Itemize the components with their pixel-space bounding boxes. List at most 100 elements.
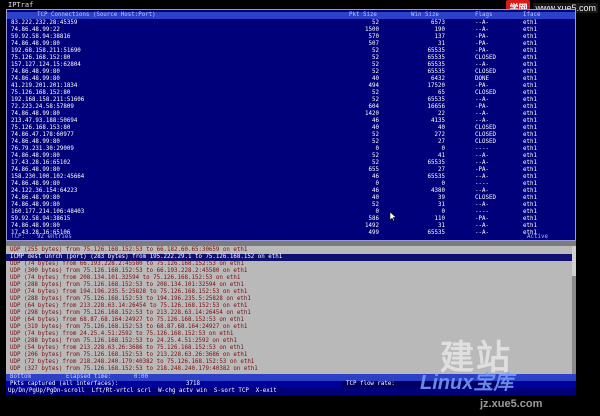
tcp-iface: eth1 — [523, 62, 537, 68]
tcp-connection-list[interactable]: 83.222.232.28:45359 52 6573 --A-eth1 74.86.4… — [7, 20, 575, 237]
tcp-connection-row[interactable]: 192.68.158.211:51690 52 65535 -PA-eth1 — [7, 48, 575, 55]
tcp-connection-row[interactable]: 72.223.24.58:57809 604 16656 -PA-eth1 — [7, 104, 575, 111]
tcp-header-win-size: Win Size — [411, 12, 439, 18]
tcp-iface: eth1 — [523, 153, 537, 159]
tcp-iface: eth1 — [523, 83, 537, 89]
other-protocol-row[interactable]: UDP (288 bytes) from 75.126.168.152:53 t… — [6, 282, 576, 289]
other-protocol-row[interactable]: UDP (300 bytes) from 75.126.168.152:53 t… — [6, 268, 576, 275]
tcp-connection-row[interactable]: 74.86.48.99:80 52 65535 CLOSED eth1 — [7, 69, 575, 76]
tcp-iface: eth1 — [523, 125, 537, 131]
tcp-win-size: 65535 — [427, 55, 445, 61]
tcp-connection-row[interactable]: 59.92.58.94:38615 586 110 -PA-eth1 — [7, 216, 575, 223]
tcp-iface: eth1 — [523, 97, 537, 103]
tcp-iface: eth1 — [523, 69, 537, 75]
tcp-connection-row[interactable]: 74.86.48.99:80 0 0 ---- eth1 — [7, 181, 575, 188]
tcp-host-port: 59.92.58.94:38615 — [11, 216, 71, 222]
tcp-flags: --A- — [475, 118, 489, 124]
tcp-pkt-size: 0 — [375, 146, 380, 152]
other-protocol-row-selected[interactable]: ICMP dest unrch (port) (283 bytes) from … — [6, 254, 576, 261]
tcp-win-size: 4135 — [431, 118, 445, 124]
tcp-entry-count: 92 entries — [37, 234, 72, 240]
tcp-iface: eth1 — [523, 48, 537, 54]
tcp-host-port: 75.126.168.152:80 — [11, 90, 71, 96]
tcp-win-size: 272 — [434, 132, 445, 138]
tcp-connection-row[interactable]: 76.79.231.30:29009 0 0 ---- eth1 — [7, 146, 575, 153]
tcp-connection-row[interactable]: 83.222.232.28:45359 52 6573 --A-eth1 — [7, 20, 575, 27]
tcp-connection-row[interactable]: 157.127.124.15:62804 52 65535 --A-eth1 — [7, 62, 575, 69]
tcp-win-size: 65535 — [427, 160, 445, 166]
tcp-connection-row[interactable]: 74.86.48.99:80 655 27 -PA-eth1 — [7, 167, 575, 174]
tcp-pkt-size: 52 — [372, 69, 379, 75]
tcp-iface: eth1 — [523, 104, 537, 110]
tcp-connection-row[interactable]: 41.219.201.201:1834 494 17520 -PA-eth1 — [7, 83, 575, 90]
tcp-iface: eth1 — [523, 209, 537, 215]
tcp-pkt-size: 46 — [372, 174, 379, 180]
tcp-flags: --A- — [475, 160, 489, 166]
tcp-host-port: 59.92.58.94:38816 — [11, 34, 71, 40]
tcp-connection-row[interactable]: 158.230.100.102:45664 46 65535 --A-eth1 — [7, 174, 575, 181]
tcp-connection-row[interactable]: 74.86.48.99:80 1492 31 --A-eth1 — [7, 223, 575, 230]
window-title: IPTraf — [8, 1, 34, 9]
other-protocol-row[interactable]: UDP (255 bytes) from 75.126.168.152:53 t… — [6, 247, 576, 254]
other-protocol-row[interactable]: UDP (288 bytes) from 75.126.168.152:53 t… — [6, 296, 576, 303]
tcp-pkt-size: 52 — [372, 55, 379, 61]
tcp-flags: -PA- — [475, 41, 489, 47]
tcp-connection-row[interactable]: 75.126.168.152:80 52 65535 CLOSED eth1 — [7, 55, 575, 62]
other-protocol-row[interactable]: UDP (64 bytes) from 213.228.63.14:26454 … — [6, 303, 576, 310]
tcp-connection-row[interactable]: 17.43.28.16:65102 52 65535 --A-eth1 — [7, 160, 575, 167]
tcp-connection-row[interactable]: 160.177.214.106:48403 0 0 ---- eth1 — [7, 209, 575, 216]
tcp-host-port: 24.122.36.154:64223 — [11, 188, 78, 194]
other-protocol-row[interactable]: UDP (74 bytes) from 208.134.101.32594 to… — [6, 275, 576, 282]
tcp-connection-row[interactable]: 74.86.48.99:80 52 27 CLOSED eth1 — [7, 139, 575, 146]
tcp-iface: eth1 — [523, 181, 537, 187]
bottom-label: Bottom — [10, 374, 31, 380]
scrollbar-thumb[interactable] — [572, 246, 576, 276]
elapsed-label: Elapsed time: — [66, 374, 112, 380]
tcp-connection-row[interactable]: 74.86.48.99:80 40 39 CLOSED eth1 — [7, 195, 575, 202]
scrollbar[interactable] — [572, 246, 576, 374]
tcp-win-size: 6573 — [431, 20, 445, 26]
tcp-pkt-size: 507 — [368, 41, 379, 47]
tcp-connection-row[interactable]: 74.86.48.99:80 40 6432 DONE eth1 — [7, 76, 575, 83]
other-protocol-row[interactable]: UDP (298 bytes) from 75.126.168.152:53 t… — [6, 310, 576, 317]
tcp-flags: -PA- — [475, 83, 489, 89]
tcp-connection-row[interactable]: 74.86.47.178:60977 52 272 CLOSED eth1 — [7, 132, 575, 139]
tcp-iface: eth1 — [523, 195, 537, 201]
tcp-connection-row[interactable]: 74.86.48.99:80 52 41 --A-eth1 — [7, 153, 575, 160]
tcp-connection-row[interactable]: 59.92.58.94:38816 570 137 -PA-eth1 — [7, 34, 575, 41]
tcp-header-pkt-size: Pkt Size — [349, 12, 377, 18]
tcp-win-size: 31 — [438, 41, 445, 47]
tcp-connection-row[interactable]: 213.47.93.188:50694 46 4135 --A-eth1 — [7, 118, 575, 125]
tcp-pkt-size: 52 — [372, 132, 379, 138]
tcp-pkt-size: 52 — [372, 90, 379, 96]
tcp-iface: eth1 — [523, 76, 537, 82]
tcp-connection-row[interactable]: 192.168.158.211:51606 52 65535 --A-eth1 — [7, 97, 575, 104]
tcp-host-port: 75.126.168.153:80 — [11, 125, 71, 131]
tcp-connection-row[interactable]: 74.86.48.99:80 507 31 -PA-eth1 — [7, 41, 575, 48]
watermark-logo: Linux宝库 — [420, 372, 514, 394]
other-protocol-row[interactable]: UDP (74 bytes) from 66.193.228.2:45580 t… — [6, 261, 576, 268]
tcp-flags: CLOSED — [475, 55, 496, 61]
tcp-connection-row[interactable]: 75.126.168.153:80 40 40 CLOSED eth1 — [7, 125, 575, 132]
tcp-connection-row[interactable]: 74.86.48.99:22 1500 190 --A-eth1 — [7, 27, 575, 34]
tcp-flags: -PA- — [475, 216, 489, 222]
tcp-connection-row[interactable]: 75.126.168.152:80 52 65 CLOSED eth1 — [7, 90, 575, 97]
tcp-pkt-size: 655 — [368, 167, 379, 173]
other-protocol-row[interactable]: UDP (74 bytes) from 194.196.235.5:25828 … — [6, 289, 576, 296]
tcp-host-port: 213.47.93.188:50694 — [11, 118, 78, 124]
tcp-flags: --A- — [475, 202, 489, 208]
tcp-connection-row[interactable]: 74.86.48.99:80 52 31 --A-eth1 — [7, 202, 575, 209]
tcp-flags: -PA- — [475, 48, 489, 54]
tcp-flags: --A- — [475, 223, 489, 229]
tcp-win-size: 0 — [441, 146, 446, 152]
tcp-host-port: 17.43.28.16:65102 — [11, 160, 71, 166]
tcp-win-size: 190 — [434, 27, 445, 33]
tcp-connection-row[interactable]: 24.122.36.154:64223 46 4380 --A-eth1 — [7, 188, 575, 195]
tcp-connections-panel[interactable]: TCP Connections (Source Host:Port) Pkt S… — [6, 9, 576, 241]
tcp-flags: ---- — [475, 146, 489, 152]
tcp-iface: eth1 — [523, 55, 537, 61]
tcp-connection-row[interactable]: 74.86.48.99:80 1420 22 --A-eth1 — [7, 111, 575, 118]
other-protocol-row[interactable]: UDP (64 bytes) from 68.87.68.164:24927 t… — [6, 317, 576, 324]
tcp-flags: -PA- — [475, 167, 489, 173]
tcp-iface: eth1 — [523, 27, 537, 33]
